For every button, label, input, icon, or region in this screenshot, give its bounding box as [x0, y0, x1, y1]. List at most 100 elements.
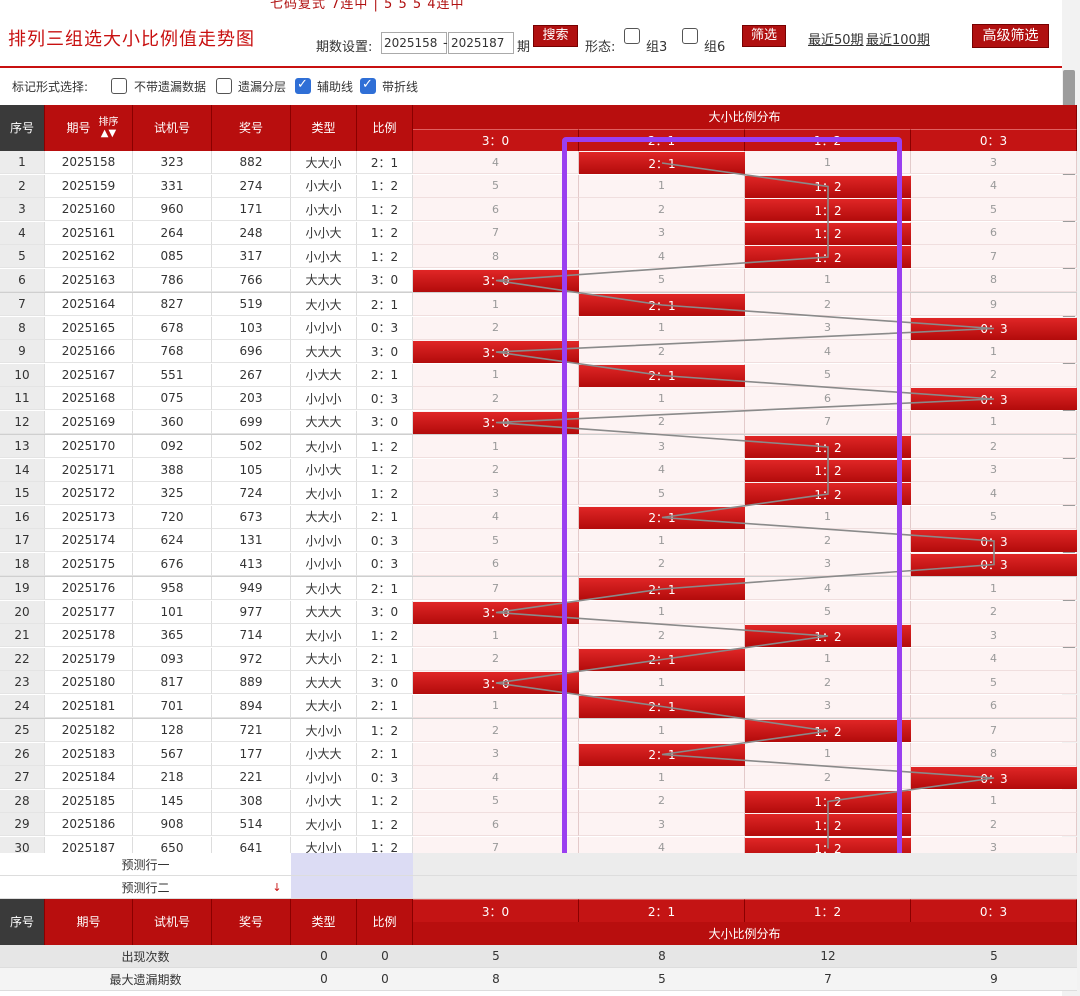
cell-miss: 5 — [413, 789, 579, 813]
advanced-filter-button[interactable]: 高级筛选 — [972, 24, 1049, 48]
marker-option-checkbox-0[interactable] — [111, 78, 127, 94]
cell-hit: 1：2 — [745, 625, 911, 647]
sort-arrows-icon[interactable]: ▲▼ — [101, 128, 116, 139]
cell-miss: 4 — [579, 245, 745, 268]
cell-hit: 1：2 — [745, 483, 911, 505]
filter-button[interactable]: 筛选 — [742, 25, 786, 47]
cell-hit: 0：3 — [911, 388, 1077, 410]
cell-prize: 714 — [212, 624, 291, 647]
cell-miss: 1 — [745, 742, 911, 766]
subheader-dist-1: 2：1 — [579, 129, 745, 151]
predict-row-grid[interactable] — [413, 876, 1077, 899]
cell-miss: 4 — [413, 766, 579, 789]
cell-type: 大小小 — [291, 813, 357, 836]
cell-trial: 676 — [133, 552, 212, 576]
cell-seq: 22 — [0, 647, 45, 671]
cell-type: 小小小 — [291, 766, 357, 789]
header-prize: 奖号 — [212, 105, 291, 151]
cell-miss: 2 — [745, 293, 911, 316]
cell-seq: 6 — [0, 268, 45, 292]
cell-miss: 3 — [579, 435, 745, 458]
cell-ratio: 1：2 — [357, 435, 413, 458]
cell-period: 2025183 — [45, 742, 133, 766]
cell-miss: 1 — [579, 600, 745, 624]
group6-checkbox[interactable] — [682, 28, 698, 44]
cell-miss: 4 — [745, 577, 911, 600]
cell-miss: 1 — [911, 577, 1077, 600]
cell-prize: 977 — [212, 600, 291, 624]
recent-50-link[interactable]: 最近50期 — [808, 29, 864, 48]
cell-miss: 6 — [413, 198, 579, 221]
period-unit: 期 — [517, 40, 531, 55]
predict-arrow-icon[interactable]: ↓ — [268, 876, 286, 899]
cell-type: 大小大 — [291, 577, 357, 600]
cell-trial: 365 — [133, 624, 212, 647]
stat-type: 0 — [291, 968, 357, 991]
cell-type: 小大小 — [291, 198, 357, 221]
cell-period: 2025172 — [45, 482, 133, 505]
recent-100-link[interactable]: 最近100期 — [866, 29, 930, 48]
cell-miss: 4 — [911, 647, 1077, 671]
marker-option-checkbox-1[interactable] — [216, 78, 232, 94]
cell-type: 大小小 — [291, 435, 357, 458]
cell-type: 大大小 — [291, 694, 357, 718]
cell-hit: 0：3 — [911, 767, 1077, 789]
sort-label: 排序 — [98, 117, 119, 128]
cell-prize: 889 — [212, 671, 291, 694]
table-row: 18 2025175 676 413 小小小 0：3 6 2 3 0：3 — [0, 552, 1077, 576]
cell-period: 2025164 — [45, 293, 133, 316]
cell-ratio: 1：2 — [357, 245, 413, 268]
cell-type: 大大大 — [291, 340, 357, 363]
cell-ratio: 1：2 — [357, 458, 413, 482]
cell-miss: 1 — [413, 694, 579, 718]
cell-period: 2025159 — [45, 174, 133, 198]
cell-type: 小小小 — [291, 529, 357, 552]
cell-hit: 2：1 — [579, 294, 745, 316]
cell-ratio: 2：1 — [357, 647, 413, 671]
footer-header-period: 期号 — [45, 899, 133, 945]
predict-row-input[interactable] — [291, 853, 413, 876]
cell-prize: 519 — [212, 293, 291, 316]
predict-row-input[interactable] — [291, 876, 413, 899]
predict-row-grid[interactable] — [413, 853, 1077, 876]
cell-period: 2025162 — [45, 245, 133, 268]
cell-seq: 20 — [0, 600, 45, 624]
cell-ratio: 2：1 — [357, 694, 413, 718]
cell-period: 2025182 — [45, 719, 133, 742]
cell-miss: 2 — [579, 340, 745, 363]
group3-checkbox[interactable] — [624, 28, 640, 44]
stat-value: 5 — [579, 968, 745, 991]
period-to-input[interactable] — [448, 32, 514, 54]
cell-seq: 11 — [0, 387, 45, 410]
cell-hit: 2：1 — [579, 695, 745, 718]
table-row: 24 2025181 701 894 大大小 2：1 1 3 6 2：1 — [0, 694, 1077, 718]
sort-control[interactable]: 排序 ▲▼ — [99, 117, 119, 139]
cell-trial: 128 — [133, 719, 212, 742]
cell-prize: 514 — [212, 813, 291, 836]
cell-prize: 721 — [212, 719, 291, 742]
cell-hit: 1：2 — [745, 199, 911, 221]
search-button[interactable]: 搜索 — [533, 25, 578, 47]
cell-miss: 1 — [413, 435, 579, 458]
cell-ratio: 0：3 — [357, 387, 413, 410]
cell-prize: 248 — [212, 221, 291, 245]
cell-trial: 958 — [133, 577, 212, 600]
cell-ratio: 3：0 — [357, 671, 413, 694]
period-from-input[interactable] — [381, 32, 447, 54]
marker-option-checkbox-3[interactable] — [360, 77, 376, 94]
predict-row-label: 预测行二 — [0, 876, 291, 899]
cell-period: 2025171 — [45, 458, 133, 482]
header-period-sort[interactable]: 期号 排序 ▲▼ — [45, 105, 133, 151]
marker-option-checkbox-2[interactable] — [295, 77, 311, 94]
header-type: 类型 — [291, 105, 357, 151]
table-row: 20 2025177 101 977 大大大 3：0 1 5 2 3：0 — [0, 600, 1077, 624]
cell-ratio: 0：3 — [357, 316, 413, 340]
cell-miss: 2 — [579, 552, 745, 576]
table-row: 6 2025163 786 766 大大大 3：0 5 1 8 3：0 — [0, 268, 1077, 292]
cell-hit: 1：2 — [745, 436, 911, 458]
cell-miss: 2 — [413, 316, 579, 340]
cell-miss: 2 — [413, 647, 579, 671]
cell-seq: 7 — [0, 293, 45, 316]
cell-prize: 413 — [212, 552, 291, 576]
cell-ratio: 1：2 — [357, 813, 413, 836]
